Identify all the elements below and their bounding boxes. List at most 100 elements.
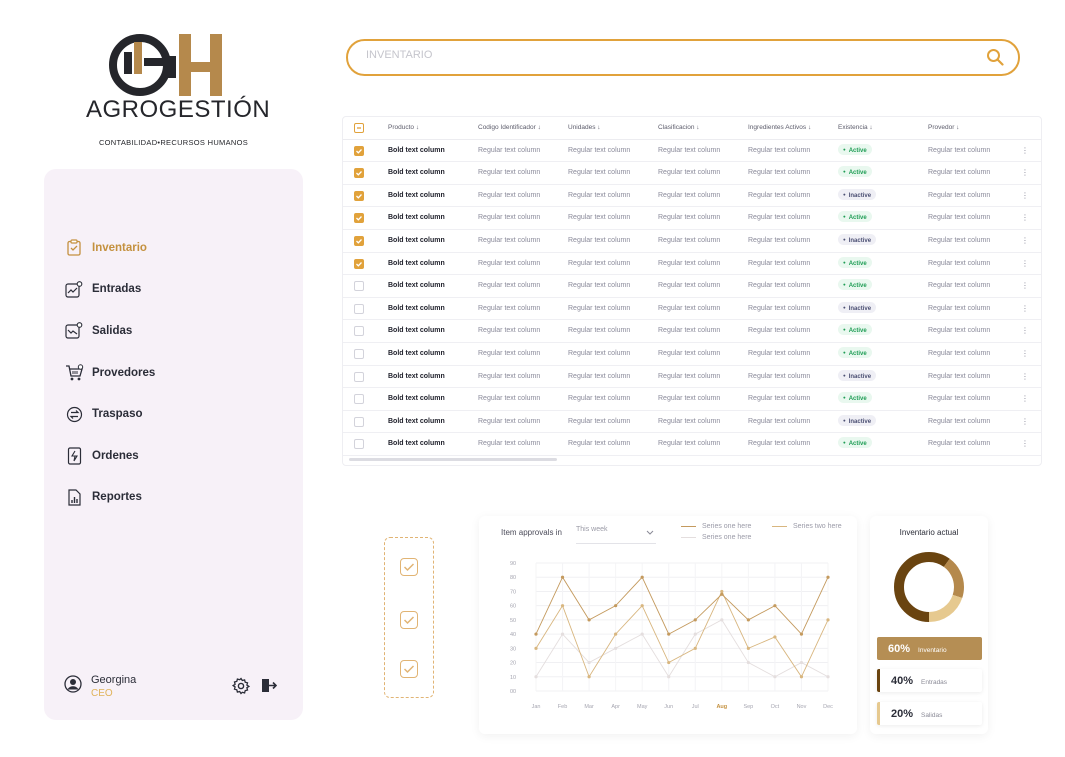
row-checkbox[interactable]: [354, 236, 364, 246]
x-tick-label: Jan: [532, 704, 541, 710]
status-badge: Inactive: [838, 369, 877, 381]
cell-provedor: Regular text column: [928, 327, 991, 335]
row-checkbox[interactable]: [354, 145, 364, 156]
x-tick-label: Mar: [584, 704, 594, 710]
column-header-codigo[interactable]: Codigo Identificador ↓: [478, 117, 541, 139]
column-header-producto[interactable]: Producto ↓: [388, 117, 419, 139]
table-row[interactable]: Bold text column Regular text column Regul…: [343, 433, 1041, 456]
cell-ingredientes: Regular text column: [748, 191, 811, 199]
table-row[interactable]: Bold text column Regular text column Regul…: [343, 230, 1041, 253]
stat-percent: 20%: [891, 707, 914, 720]
row-menu-icon[interactable]: ⋮: [1021, 320, 1029, 342]
search-icon[interactable]: [986, 48, 1004, 71]
checklist-item[interactable]: [400, 660, 418, 678]
table-row[interactable]: Bold text column Regular text column Regul…: [343, 411, 1041, 434]
table-row[interactable]: Bold text column Regular text column Regul…: [343, 343, 1041, 366]
sidebar-item-salidas[interactable]: Salidas: [64, 310, 284, 352]
cell-codigo: Regular text column: [478, 237, 541, 244]
gear-icon[interactable]: [231, 677, 251, 700]
row-menu-icon[interactable]: ⋮: [1021, 162, 1029, 184]
row-checkbox[interactable]: [354, 371, 364, 382]
cell-provedor: Regular text column: [928, 417, 991, 425]
column-header-unidades[interactable]: Unidades ↓: [568, 117, 601, 139]
sidebar-item-entradas[interactable]: Entradas: [64, 269, 284, 311]
row-menu-icon[interactable]: ⋮: [1021, 298, 1029, 320]
x-tick-label: Feb: [558, 704, 567, 710]
logout-icon[interactable]: [260, 677, 278, 700]
table-row[interactable]: Bold text column Regular text column Regul…: [343, 162, 1041, 185]
sidebar-item-ordenes[interactable]: Ordenes: [64, 435, 284, 477]
row-checkbox[interactable]: [354, 394, 364, 405]
row-checkbox[interactable]: [354, 168, 364, 179]
row-checkbox[interactable]: [354, 190, 364, 201]
table-row[interactable]: Bold text column Regular text column Regul…: [343, 140, 1041, 163]
data-point: [640, 575, 644, 579]
sidebar-item-provedores[interactable]: Provedores: [64, 352, 284, 394]
data-point: [667, 675, 671, 679]
data-point: [773, 675, 777, 679]
row-menu-icon[interactable]: ⋮: [1021, 207, 1029, 229]
data-point: [640, 632, 644, 636]
cell-unidades: Regular text column: [568, 417, 631, 425]
row-checkbox[interactable]: [354, 439, 364, 450]
stat-entradas: 40% Entradas: [877, 669, 982, 692]
cell-clasificacion: Regular text column: [658, 282, 721, 290]
data-point: [826, 675, 830, 679]
cell-producto: Bold text column: [388, 237, 445, 244]
y-tick-label: 60: [510, 604, 516, 610]
user-profile[interactable]: Georgina CEO: [64, 674, 136, 699]
row-checkbox[interactable]: [354, 349, 364, 359]
row-checkbox[interactable]: [354, 326, 364, 337]
row-checkbox[interactable]: [354, 258, 364, 269]
row-checkbox[interactable]: [354, 303, 364, 314]
search-bar: [346, 39, 1020, 76]
row-checkbox[interactable]: [354, 416, 364, 427]
row-menu-icon[interactable]: ⋮: [1021, 343, 1029, 365]
cell-unidades: Regular text column: [568, 327, 631, 335]
table-row[interactable]: Bold text column Regular text column Regul…: [343, 207, 1041, 230]
cell-clasificacion: Regular text column: [658, 304, 721, 312]
column-header-provedor[interactable]: Provedor ↓: [928, 117, 959, 139]
search-input[interactable]: [366, 49, 946, 61]
sidebar-item-label: Ordenes: [92, 449, 139, 462]
row-menu-icon[interactable]: ⋮: [1021, 253, 1029, 275]
sidebar-item-label: Traspaso: [92, 408, 143, 421]
cell-unidades: Regular text column: [568, 282, 631, 290]
data-point: [560, 575, 565, 579]
sidebar-actions: [231, 677, 278, 700]
table-row[interactable]: Bold text column Regular text column Regul…: [343, 320, 1041, 343]
row-menu-icon[interactable]: ⋮: [1021, 411, 1029, 433]
data-point: [799, 675, 804, 679]
row-menu-icon[interactable]: ⋮: [1021, 275, 1029, 297]
table-row[interactable]: Bold text column Regular text column Regul…: [343, 253, 1041, 276]
table-row[interactable]: Bold text column Regular text column Regul…: [343, 388, 1041, 411]
row-menu-icon[interactable]: ⋮: [1021, 230, 1029, 252]
sidebar-item-inventario[interactable]: Inventario: [64, 227, 284, 269]
table-row[interactable]: Bold text column Regular text column Regul…: [343, 185, 1041, 208]
row-menu-icon[interactable]: ⋮: [1021, 140, 1029, 162]
row-menu-icon[interactable]: ⋮: [1021, 433, 1029, 455]
data-point: [587, 660, 591, 665]
column-header-clasificacion[interactable]: Clasificacion ↓: [658, 117, 700, 139]
column-header-existencia[interactable]: Existencia ↓: [838, 117, 873, 139]
row-checkbox[interactable]: [354, 213, 364, 224]
status-cell: Active: [838, 343, 872, 365]
row-menu-icon[interactable]: ⋮: [1021, 185, 1029, 207]
table-row[interactable]: Bold text column Regular text column Regul…: [343, 298, 1041, 321]
checklist-item[interactable]: [400, 558, 418, 576]
horizontal-scrollbar[interactable]: [349, 458, 557, 461]
x-tick-label: Apr: [611, 704, 620, 710]
cell-clasificacion: Regular text column: [658, 417, 721, 425]
row-checkbox[interactable]: [354, 281, 364, 292]
checklist-item[interactable]: [400, 611, 418, 629]
table-row[interactable]: Bold text column Regular text column Regul…: [343, 275, 1041, 298]
column-header-ingredientes[interactable]: Ingredientes Activos ↓: [748, 117, 811, 139]
inventory-donut-chart: [894, 552, 964, 622]
sidebar-item-reportes[interactable]: Reportes: [64, 477, 284, 519]
table-row[interactable]: Bold text column Regular text column Regul…: [343, 366, 1041, 389]
sidebar-item-traspaso[interactable]: Traspaso: [64, 393, 284, 435]
stat-salidas: 20% Salidas: [877, 702, 982, 725]
select-all-checkbox[interactable]: [354, 123, 364, 133]
row-menu-icon[interactable]: ⋮: [1021, 388, 1029, 410]
row-menu-icon[interactable]: ⋮: [1021, 366, 1029, 388]
